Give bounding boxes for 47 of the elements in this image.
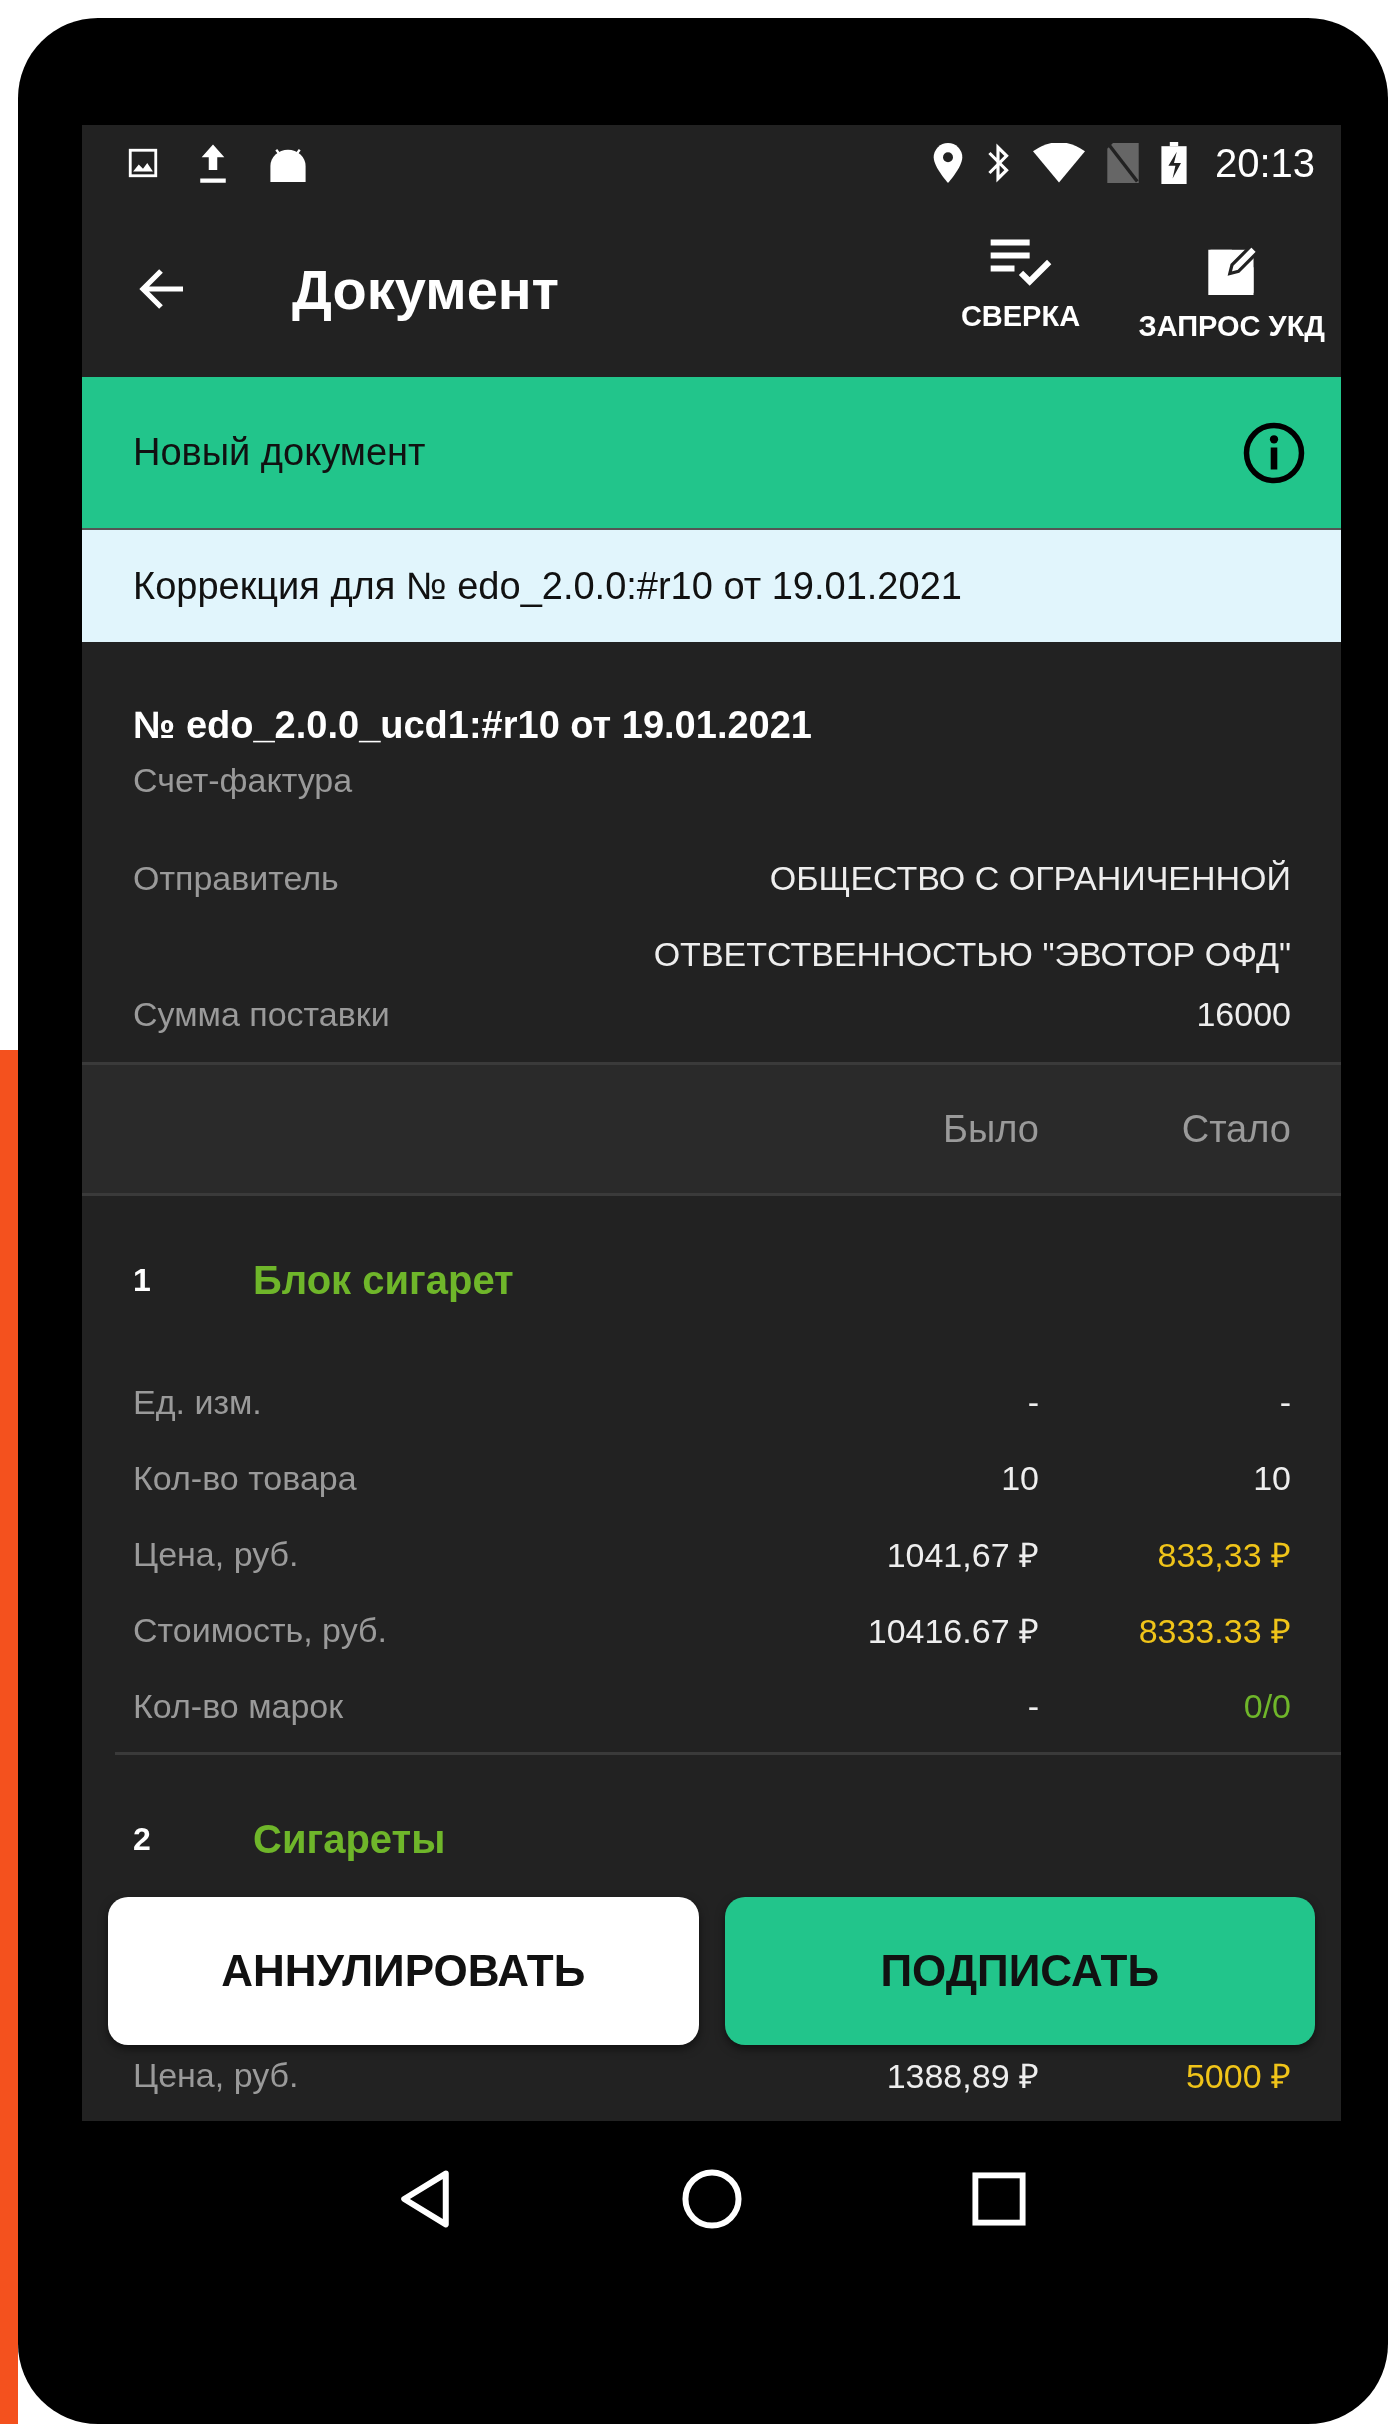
document-number: № edo_2.0.0_ucd1:#r10 от 19.01.2021 [133, 704, 813, 747]
row-label: Цена, руб. [133, 1534, 300, 1574]
new-value: 10 [1252, 1458, 1291, 1498]
toolbar-action-button[interactable]: СВЕРКА [920, 229, 1121, 349]
image-icon [126, 146, 160, 180]
row-label: Кол-во марок [133, 1686, 345, 1726]
correction-note: Коррекция для № edo_2.0.0:#r10 от 19.01.2021 [133, 564, 962, 608]
new-value: 5000 ₽ [1184, 2056, 1291, 2097]
item-number: 1 [133, 1261, 152, 1299]
column-header: Было [942, 1107, 1039, 1151]
field-value: 16000 [1196, 994, 1291, 1035]
sign-button[interactable]: ПОДПИСАТЬ [724, 1897, 1315, 2045]
square-recents-icon [972, 2172, 1027, 2226]
row-label: Стоимость, руб. [133, 1610, 388, 1650]
no-sim-icon [1106, 143, 1139, 183]
column-header: Стало [1180, 1107, 1291, 1151]
item-number: 2 [133, 1820, 152, 1858]
field-label: Отправитель [133, 858, 339, 899]
location-icon [932, 143, 963, 183]
new-value: - [1278, 1382, 1291, 1422]
new-value: 833,33 ₽ [1156, 1535, 1291, 1576]
item-name: Сигареты [253, 1816, 446, 1862]
row-label: Кол-во товара [133, 1458, 358, 1498]
old-value: - [1026, 1382, 1039, 1422]
old-value: 10 [1000, 1458, 1039, 1498]
row-label: Ед. изм. [133, 1382, 263, 1422]
row-label: Цена, руб. [133, 2055, 300, 2095]
cancel-button[interactable]: АННУЛИРОВАТЬ [108, 1897, 699, 2045]
clock-time: 20:13 [1214, 140, 1315, 186]
screen-title: Документ [292, 256, 561, 322]
circle-home-icon [682, 2169, 743, 2229]
battery-charging-icon [1160, 142, 1187, 184]
wifi-icon [1032, 143, 1085, 183]
old-value: 1041,67 ₽ [885, 1535, 1039, 1576]
field-label: Сумма поставки [133, 994, 390, 1035]
old-value: 10416.67 ₽ [866, 1611, 1039, 1652]
new-value: 8333.33 ₽ [1137, 1611, 1291, 1652]
toolbar-action-button[interactable]: ЗАПРОС УКД [1130, 229, 1333, 349]
item-name: Блок сигарет [253, 1257, 514, 1303]
document-status-text: Новый документ [133, 431, 427, 474]
old-value: - [1026, 1686, 1039, 1726]
home-nav-button[interactable] [682, 2169, 743, 2229]
old-value: 1388,89 ₽ [885, 2056, 1039, 2097]
document-type: Счет-фактура [133, 761, 354, 800]
new-value: 0/0 [1242, 1686, 1291, 1726]
field-value: ОБЩЕСТВО С ОГРАНИЧЕННОЙ ОТВЕТСТВЕННОСТЬЮ "ЭВОТОР ОФД" [652, 858, 1291, 975]
recents-nav-button[interactable] [972, 2172, 1027, 2226]
